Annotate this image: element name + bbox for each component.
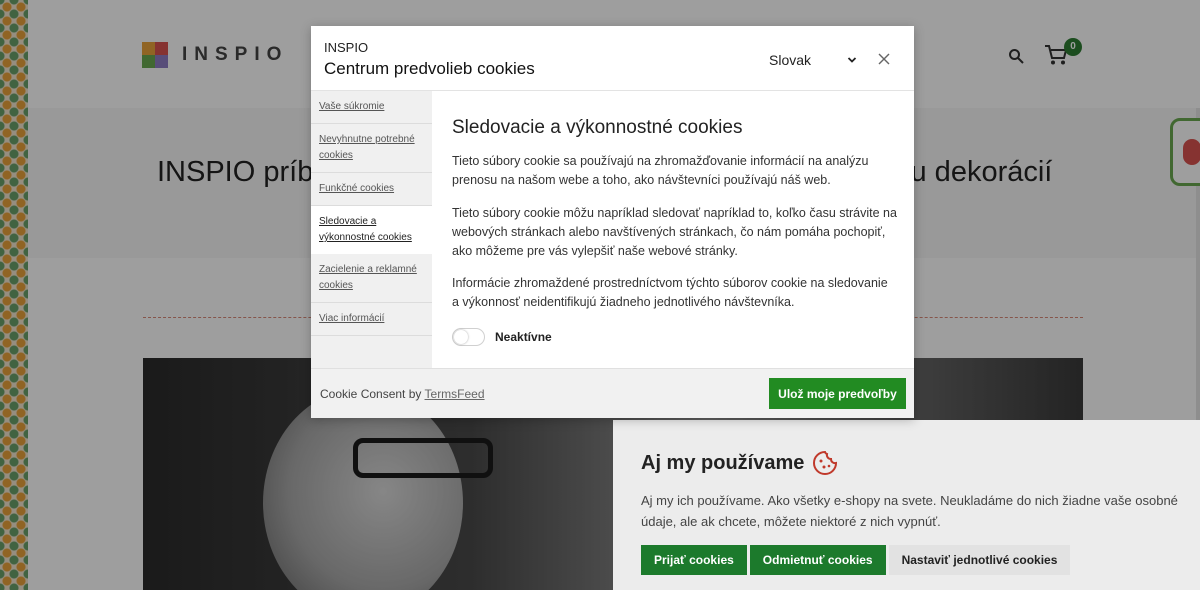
modal-footer: Cookie Consent by TermsFeed Ulož moje pr…	[311, 368, 914, 418]
tab-necessary-cookies[interactable]: Nevyhnutne potrebné cookies	[311, 124, 432, 173]
banner-title-row: Aj my používame	[641, 450, 838, 476]
tab-tracking-performance-cookies[interactable]: Sledovacie a výkonnostné cookies	[311, 206, 432, 254]
content-paragraph: Tieto súbory cookie sa používajú na zhro…	[452, 154, 869, 187]
consent-credit-text: Cookie Consent by	[320, 387, 425, 401]
close-icon[interactable]	[876, 51, 892, 67]
consent-credit: Cookie Consent by TermsFeed	[320, 387, 485, 401]
preference-tabs: Vaše súkromie Nevyhnutne potrebné cookie…	[311, 91, 432, 368]
customize-cookies-button[interactable]: Nastaviť jednotlivé cookies	[888, 545, 1071, 575]
banner-title: Aj my používame	[641, 451, 805, 474]
toggle-row: Neaktívne	[452, 328, 552, 346]
chevron-down-icon	[847, 57, 857, 63]
cookie-preferences-modal: INSPIO Centrum predvolieb cookies Slovak…	[311, 26, 914, 418]
accept-cookies-button[interactable]: Prijať cookies	[641, 545, 747, 575]
banner-text: Aj my ich používame. Ako všetky e-shopy …	[641, 493, 1178, 529]
language-value: Slovak	[769, 52, 812, 68]
tab-targeting-advertising-cookies[interactable]: Zacielenie a reklamné cookies	[311, 254, 432, 303]
modal-brand: INSPIO	[324, 40, 369, 55]
modal-header: INSPIO Centrum predvolieb cookies Slovak	[311, 26, 914, 91]
modal-title: Centrum predvolieb cookies	[324, 59, 535, 78]
tab-privacy[interactable]: Vaše súkromie	[311, 91, 432, 124]
content-paragraph: Informácie zhromaždené prostredníctvom t…	[452, 276, 888, 309]
banner-buttons: Prijať cookies Odmietnuť cookies Nastavi…	[641, 545, 1071, 575]
tracking-cookies-toggle[interactable]	[452, 328, 485, 346]
tab-more-information[interactable]: Viac informácií	[311, 303, 432, 336]
cookie-banner: Aj my používame Aj my ich používame. Ako…	[613, 420, 1200, 590]
reject-cookies-button[interactable]: Odmietnuť cookies	[749, 545, 886, 575]
content-paragraph: Tieto súbory cookie môžu napríklad sledo…	[452, 206, 897, 258]
tab-functional-cookies[interactable]: Funkčné cookies	[311, 173, 432, 206]
toggle-status-label: Neaktívne	[495, 330, 552, 344]
content-heading: Sledovacie a výkonnostné cookies	[452, 117, 743, 138]
tab-content: Sledovacie a výkonnostné cookies Tieto s…	[432, 91, 914, 368]
save-preferences-button[interactable]: Ulož moje predvoľby	[769, 378, 906, 409]
cookie-icon	[813, 450, 838, 475]
termsfeed-link[interactable]: TermsFeed	[425, 387, 485, 401]
language-select[interactable]: Slovak	[769, 50, 857, 70]
